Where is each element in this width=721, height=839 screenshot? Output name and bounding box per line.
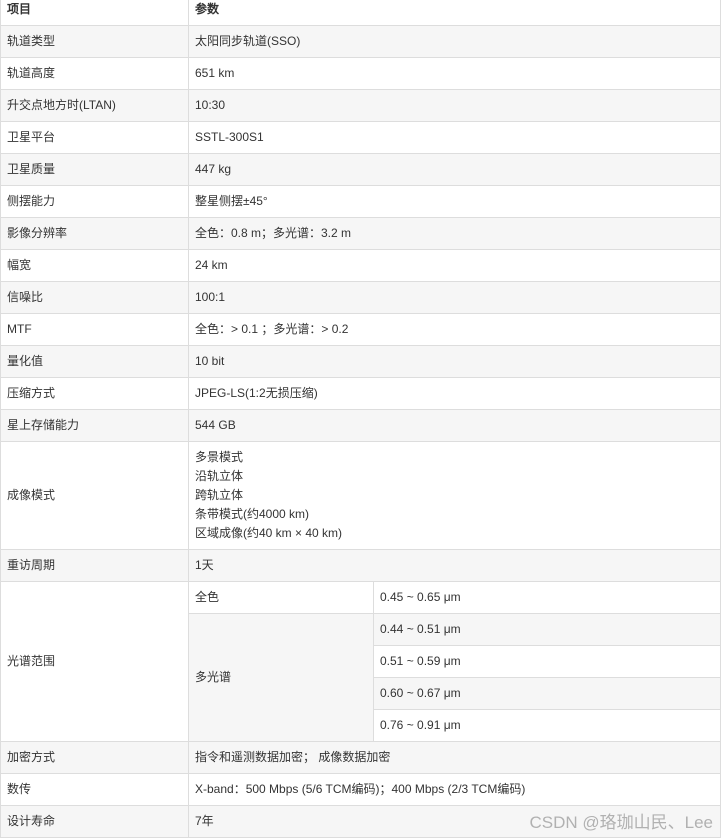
band-range: 0.76 ~ 0.91 μm	[373, 709, 721, 742]
row-value: 10:30	[188, 89, 721, 122]
row-label: 光谱范围	[0, 581, 189, 742]
table-row: 重访周期 1天	[0, 549, 721, 582]
table-row: 数传 X-band：500 Mbps (5/6 TCM编码)；400 Mbps (…	[0, 773, 721, 806]
row-value: 100:1	[188, 281, 721, 314]
row-label: 卫星质量	[0, 153, 189, 186]
row-value: X-band：500 Mbps (5/6 TCM编码)；400 Mbps (2/…	[188, 773, 721, 806]
band-label-pan: 全色	[188, 581, 374, 614]
row-value: 24 km	[188, 249, 721, 282]
table-row: 卫星平台 SSTL-300S1	[0, 121, 721, 154]
band-range: 0.45 ~ 0.65 μm	[373, 581, 721, 614]
row-label: 轨道高度	[0, 57, 189, 90]
row-label: 量化值	[0, 345, 189, 378]
header-param: 参数	[188, 0, 721, 26]
row-label: 成像模式	[0, 441, 189, 550]
imaging-modes: 多景模式 沿轨立体 跨轨立体 条带模式(约4000 km) 区域成像(约40 k…	[188, 441, 721, 550]
table-header-row: 项目 参数	[0, 0, 721, 26]
band-label-ms: 多光谱	[188, 613, 374, 742]
table-row: 卫星质量 447 kg	[0, 153, 721, 186]
row-value: 10 bit	[188, 345, 721, 378]
table-row: 升交点地方时(LTAN) 10:30	[0, 89, 721, 122]
row-value: 全色：0.8 m；多光谱：3.2 m	[188, 217, 721, 250]
row-label: 信噪比	[0, 281, 189, 314]
row-label: 加密方式	[0, 741, 189, 774]
table-row: 星上存储能力 544 GB	[0, 409, 721, 442]
table-row-spectral: 光谱范围 全色 0.45 ~ 0.65 μm	[0, 581, 721, 742]
row-label: 影像分辨率	[0, 217, 189, 250]
row-value: 1天	[188, 549, 721, 582]
imaging-mode: 沿轨立体	[195, 469, 244, 483]
band-range: 0.60 ~ 0.67 μm	[373, 677, 721, 710]
table-row: 压缩方式 JPEG-LS(1:2无损压缩)	[0, 377, 721, 410]
row-value: 544 GB	[188, 409, 721, 442]
row-label: 星上存储能力	[0, 409, 189, 442]
row-label: 重访周期	[0, 549, 189, 582]
table-row: 轨道类型 太阳同步轨道(SSO)	[0, 25, 721, 58]
row-label: 升交点地方时(LTAN)	[0, 89, 189, 122]
row-label: 数传	[0, 773, 189, 806]
table-row: 量化值 10 bit	[0, 345, 721, 378]
row-label: MTF	[0, 313, 189, 346]
table-row: MTF 全色：> 0.1 ；多光谱：> 0.2	[0, 313, 721, 346]
imaging-mode: 多景模式	[195, 450, 244, 464]
row-label: 轨道类型	[0, 25, 189, 58]
table-row-imaging: 成像模式 多景模式 沿轨立体 跨轨立体 条带模式(约4000 km) 区域成像(…	[0, 441, 721, 550]
imaging-mode: 条带模式(约4000 km)	[195, 507, 310, 521]
row-label: 卫星平台	[0, 121, 189, 154]
table-row: 轨道高度 651 km	[0, 57, 721, 90]
row-value: 整星侧摆±45°	[188, 185, 721, 218]
satellite-spec-table: 项目 参数 轨道类型 太阳同步轨道(SSO) 轨道高度 651 km 升交点地方时(…	[0, 0, 721, 838]
row-label: 幅宽	[0, 249, 189, 282]
table-row: 侧摆能力 整星侧摆±45°	[0, 185, 721, 218]
row-value: 447 kg	[188, 153, 721, 186]
header-item: 项目	[0, 0, 189, 26]
table-row: 影像分辨率 全色：0.8 m；多光谱：3.2 m	[0, 217, 721, 250]
row-value: SSTL-300S1	[188, 121, 721, 154]
row-label: 压缩方式	[0, 377, 189, 410]
imaging-mode: 区域成像(约40 km × 40 km)	[195, 526, 343, 540]
band-range: 0.44 ~ 0.51 μm	[373, 613, 721, 646]
row-value: JPEG-LS(1:2无损压缩)	[188, 377, 721, 410]
row-value: 太阳同步轨道(SSO)	[188, 25, 721, 58]
row-value: 全色：> 0.1 ；多光谱：> 0.2	[188, 313, 721, 346]
watermark: CSDN @珞珈山民、Lee	[529, 813, 713, 832]
table-row: 信噪比 100:1	[0, 281, 721, 314]
row-label: 侧摆能力	[0, 185, 189, 218]
table-row: 加密方式 指令和遥测数据加密； 成像数据加密	[0, 741, 721, 774]
table-row: 幅宽 24 km	[0, 249, 721, 282]
row-value: 651 km	[188, 57, 721, 90]
imaging-mode: 跨轨立体	[195, 488, 244, 502]
row-value: 指令和遥测数据加密； 成像数据加密	[188, 741, 721, 774]
row-label: 设计寿命	[0, 805, 189, 838]
band-range: 0.51 ~ 0.59 μm	[373, 645, 721, 678]
